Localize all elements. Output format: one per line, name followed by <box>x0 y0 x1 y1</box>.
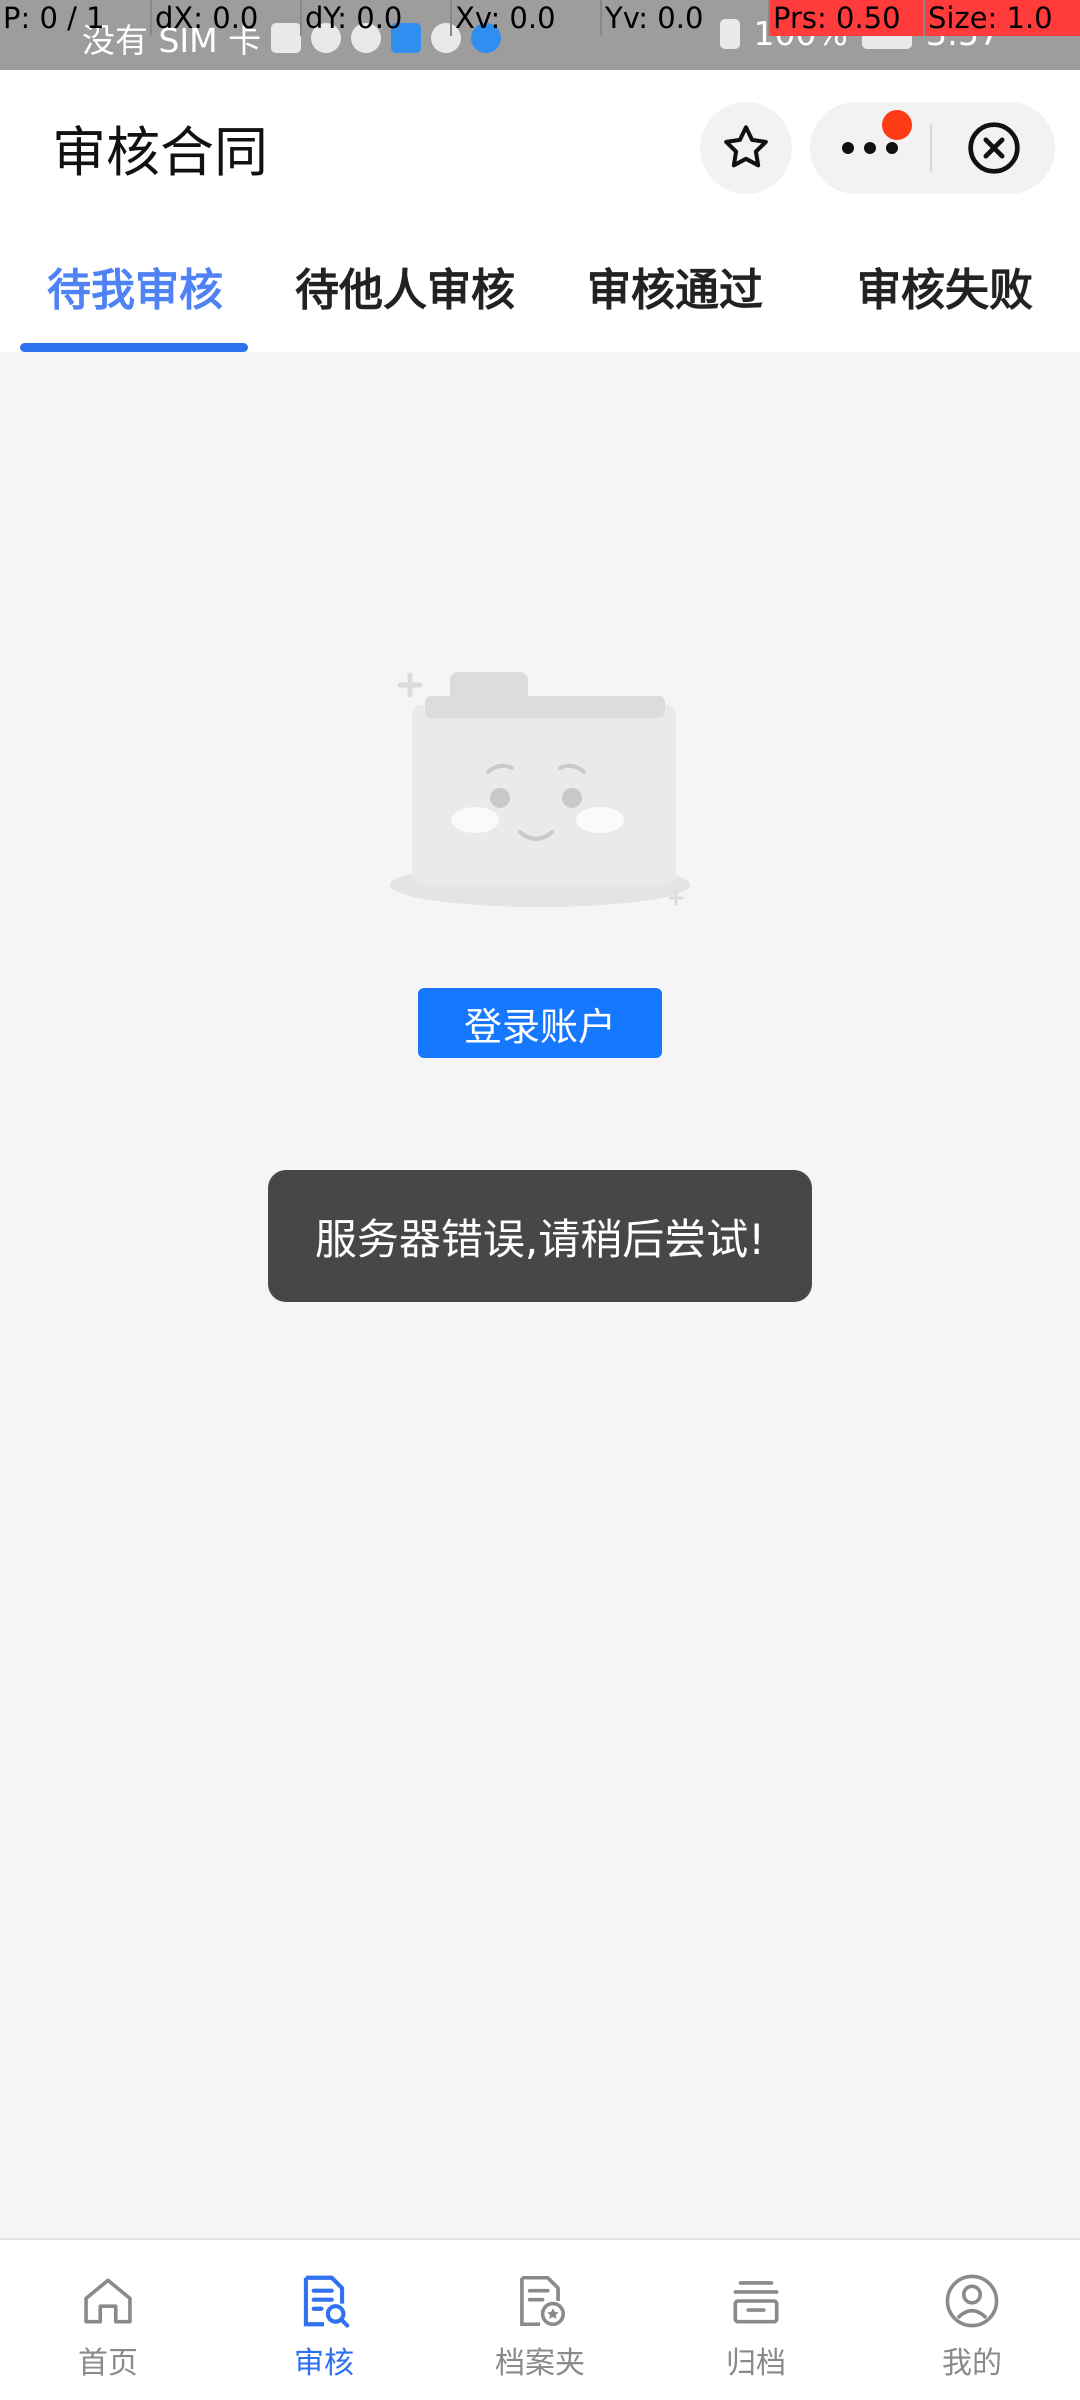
favorite-button[interactable] <box>700 102 792 194</box>
review-icon <box>303 2275 350 2328</box>
pointer-size: Size: 1.0 <box>923 0 1080 36</box>
close-circle-icon <box>967 122 1020 174</box>
bottom-navigation: 首页 审核 档案夹 归档 我的 <box>0 2238 1080 2400</box>
home-icon <box>84 2278 132 2324</box>
empty-folder-illustration <box>390 672 690 907</box>
nav-item-archive-folder[interactable]: 档案夹 <box>432 2240 648 2400</box>
star-icon <box>724 125 768 168</box>
page-title: 审核合同 <box>52 121 268 184</box>
archive-folder-icon <box>520 2275 566 2327</box>
tab-label: 审核失败 <box>857 265 1033 316</box>
tab-label: 待他人审核 <box>295 265 515 316</box>
nav-item-review[interactable]: 审核 <box>216 2240 432 2400</box>
nav-label: 档案夹 <box>495 2346 585 2381</box>
tab-pending-me[interactable]: 待我审核 <box>0 220 270 352</box>
pointer-dx: dX: 0.0 <box>150 0 300 36</box>
nav-item-profile[interactable]: 我的 <box>864 2240 1080 2400</box>
error-toast: 服务器错误,请稍后尝试! <box>268 1170 812 1302</box>
tab-approved[interactable]: 审核通过 <box>540 220 810 352</box>
toast-message: 服务器错误,请稍后尝试! <box>314 1214 766 1264</box>
tab-pending-others[interactable]: 待他人审核 <box>270 220 540 352</box>
tab-label: 审核通过 <box>587 265 763 316</box>
app-screen: 没有 SIM 卡 100% 3:57 P: 0 / 1 dX: 0.0 dY: … <box>0 0 1080 2400</box>
tab-rejected[interactable]: 审核失败 <box>810 220 1080 352</box>
nav-label: 审核 <box>294 2346 354 2381</box>
mini-program-capsule <box>810 102 1055 194</box>
nav-label: 首页 <box>78 2346 138 2381</box>
more-button[interactable] <box>810 102 930 194</box>
more-dots-icon <box>842 142 898 154</box>
pointer-pressure: Prs: 0.50 <box>768 0 923 36</box>
nav-label: 我的 <box>942 2346 1002 2381</box>
close-button[interactable] <box>932 102 1055 194</box>
archive-box-icon <box>733 2281 779 2324</box>
pointer-dy: dY: 0.0 <box>300 0 450 36</box>
active-tab-indicator <box>20 343 248 352</box>
pointer-xv: Xv: 0.0 <box>450 0 600 36</box>
pointer-yv: Yv: 0.0 <box>600 0 768 36</box>
pointer-count: P: 0 / 1 <box>3 1 105 35</box>
nav-label: 归档 <box>726 2346 786 2381</box>
title-bar: 审核合同 <box>0 70 1080 220</box>
nav-item-archive[interactable]: 归档 <box>648 2240 864 2400</box>
login-account-button[interactable]: 登录账户 <box>418 988 662 1058</box>
pointer-location-overlay: P: 0 / 1 dX: 0.0 dY: 0.0 Xv: 0.0 Yv: 0.0… <box>0 0 1080 36</box>
tab-label: 待我审核 <box>47 265 223 316</box>
review-tabs: 待我审核 待他人审核 审核通过 审核失败 <box>0 220 1080 352</box>
nav-item-home[interactable]: 首页 <box>0 2240 216 2400</box>
profile-icon <box>945 2274 999 2328</box>
notification-badge <box>882 110 912 140</box>
